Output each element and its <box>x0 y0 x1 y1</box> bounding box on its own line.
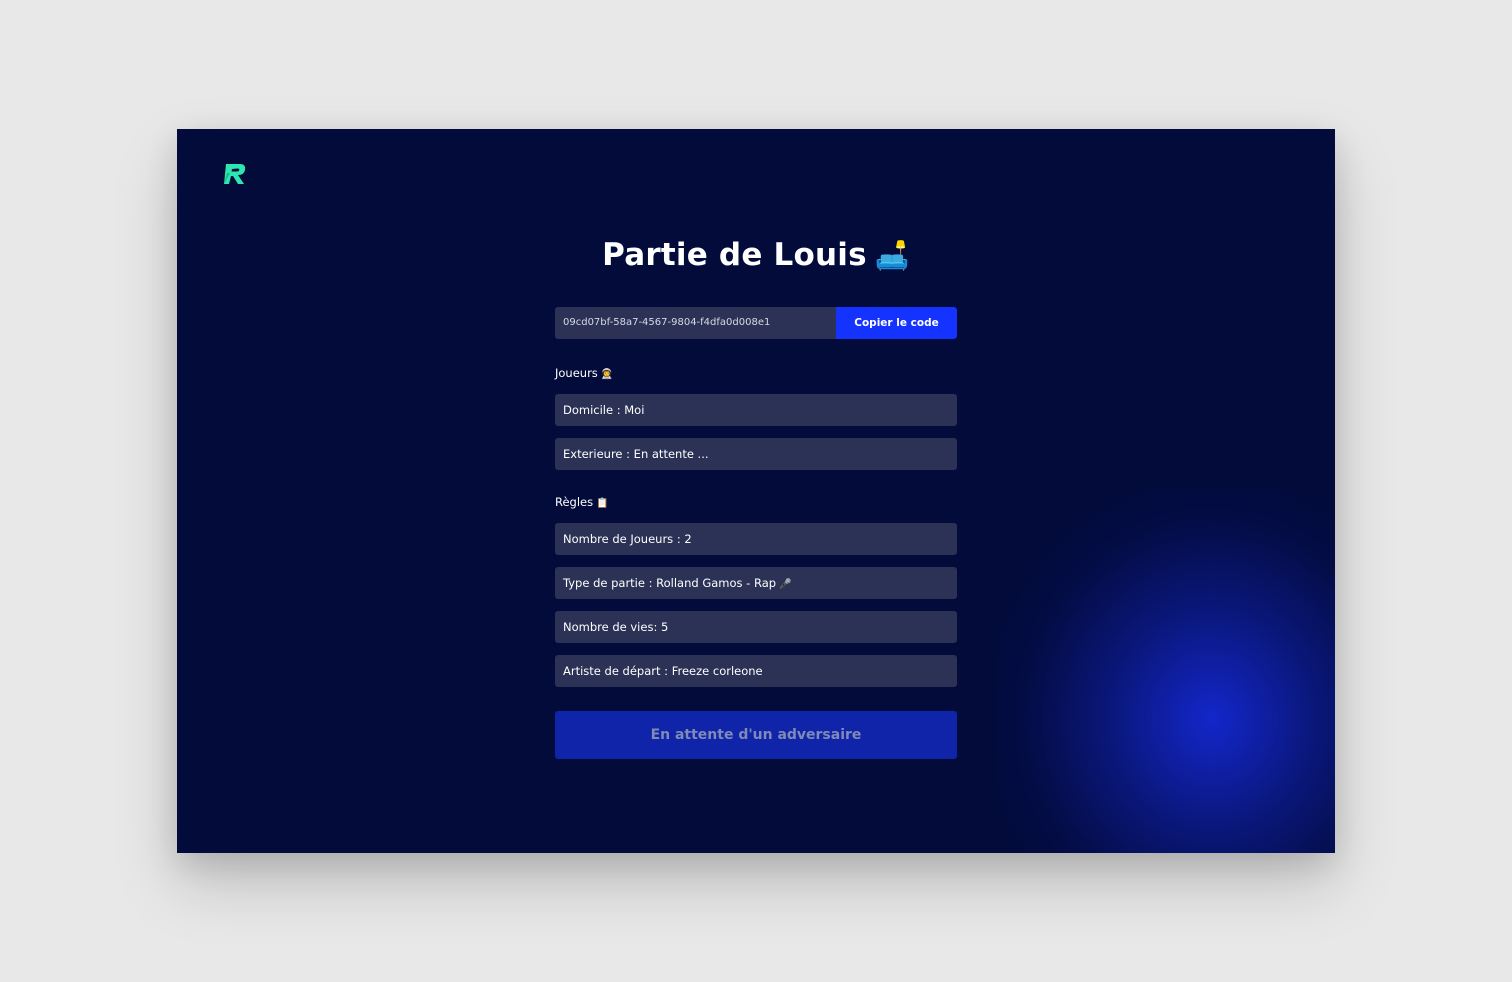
game-code-row: 09cd07bf-58a7-4567-9804-f4dfa0d008e1 Cop… <box>555 307 957 339</box>
microphone-icon: 🎤 <box>779 579 792 590</box>
rule-lives-field: Nombre de vies: 5 <box>555 611 957 643</box>
clipboard-icon: 📋 <box>596 498 609 509</box>
rules-heading-text: Règles <box>555 495 594 509</box>
player-away-field: Exterieure : En attente ... <box>555 438 957 470</box>
player-home-field: Domicile : Moi <box>555 394 957 426</box>
couch-icon: 🛋️ <box>874 239 910 272</box>
rule-start-artist-field: Artiste de départ : Freeze corleone <box>555 655 957 687</box>
players-heading-text: Joueurs <box>555 366 598 380</box>
rule-game-type-field: Type de partie : Rolland Gamos - Rap 🎤 <box>555 567 957 599</box>
rules-heading: Règles 📋 <box>555 494 957 510</box>
astronaut-icon: 👨‍🚀 <box>600 369 614 380</box>
game-panel: 09cd07bf-58a7-4567-9804-f4dfa0d008e1 Cop… <box>555 307 957 759</box>
waiting-opponent-button[interactable]: En attente d'un adversaire <box>555 711 957 759</box>
rule-game-type-text: Type de partie : Rolland Gamos - Rap <box>563 576 777 590</box>
page-title: Partie de Louis 🛋️ <box>177 237 1335 273</box>
game-code-field[interactable]: 09cd07bf-58a7-4567-9804-f4dfa0d008e1 <box>555 307 836 339</box>
rule-player-count-field: Nombre de Joueurs : 2 <box>555 523 957 555</box>
players-heading: Joueurs 👨‍🚀 <box>555 365 957 381</box>
copy-code-button[interactable]: Copier le code <box>836 307 957 339</box>
page-title-text: Partie de Louis <box>602 237 867 273</box>
app-window: Partie de Louis 🛋️ 09cd07bf-58a7-4567-980… <box>177 129 1335 853</box>
background-glow <box>997 489 1335 853</box>
r-logo-icon[interactable] <box>223 162 249 186</box>
